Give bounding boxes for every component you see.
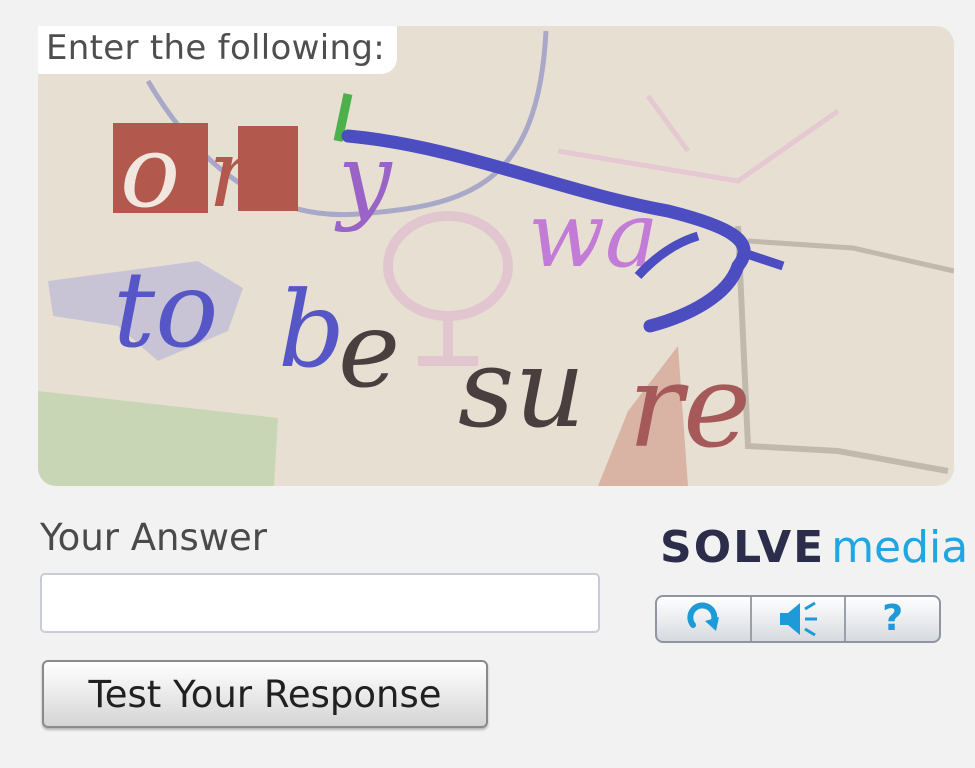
audio-icon <box>780 601 817 637</box>
captcha-toolbar: ? <box>655 595 941 643</box>
refresh-button[interactable] <box>657 597 752 641</box>
answer-label: Your Answer <box>40 516 268 559</box>
svg-text:to: to <box>113 249 218 371</box>
help-icon: ? <box>882 598 904 639</box>
solve-media-logo: SOLVE media <box>660 522 968 573</box>
test-response-button[interactable]: Test Your Response <box>42 660 488 728</box>
svg-text:re: re <box>628 340 751 474</box>
answer-input[interactable] <box>40 573 600 633</box>
brand-solve-text: SOLVE <box>660 522 826 573</box>
svg-text:nl: nl <box>208 119 300 229</box>
svg-text:b: b <box>278 269 345 391</box>
captcha-noise-graphic: o nl y wa to b e su re <box>38 30 954 486</box>
svg-text:e: e <box>338 289 400 411</box>
help-button[interactable]: ? <box>846 597 939 641</box>
svg-text:su: su <box>458 324 585 452</box>
refresh-icon <box>687 602 720 631</box>
svg-text:o: o <box>120 113 180 230</box>
audio-button[interactable] <box>752 597 847 641</box>
captcha-image: o nl y wa to b e su re <box>38 26 954 486</box>
captcha-prompt: Enter the following: <box>38 26 397 74</box>
brand-media-text: media <box>831 522 969 573</box>
